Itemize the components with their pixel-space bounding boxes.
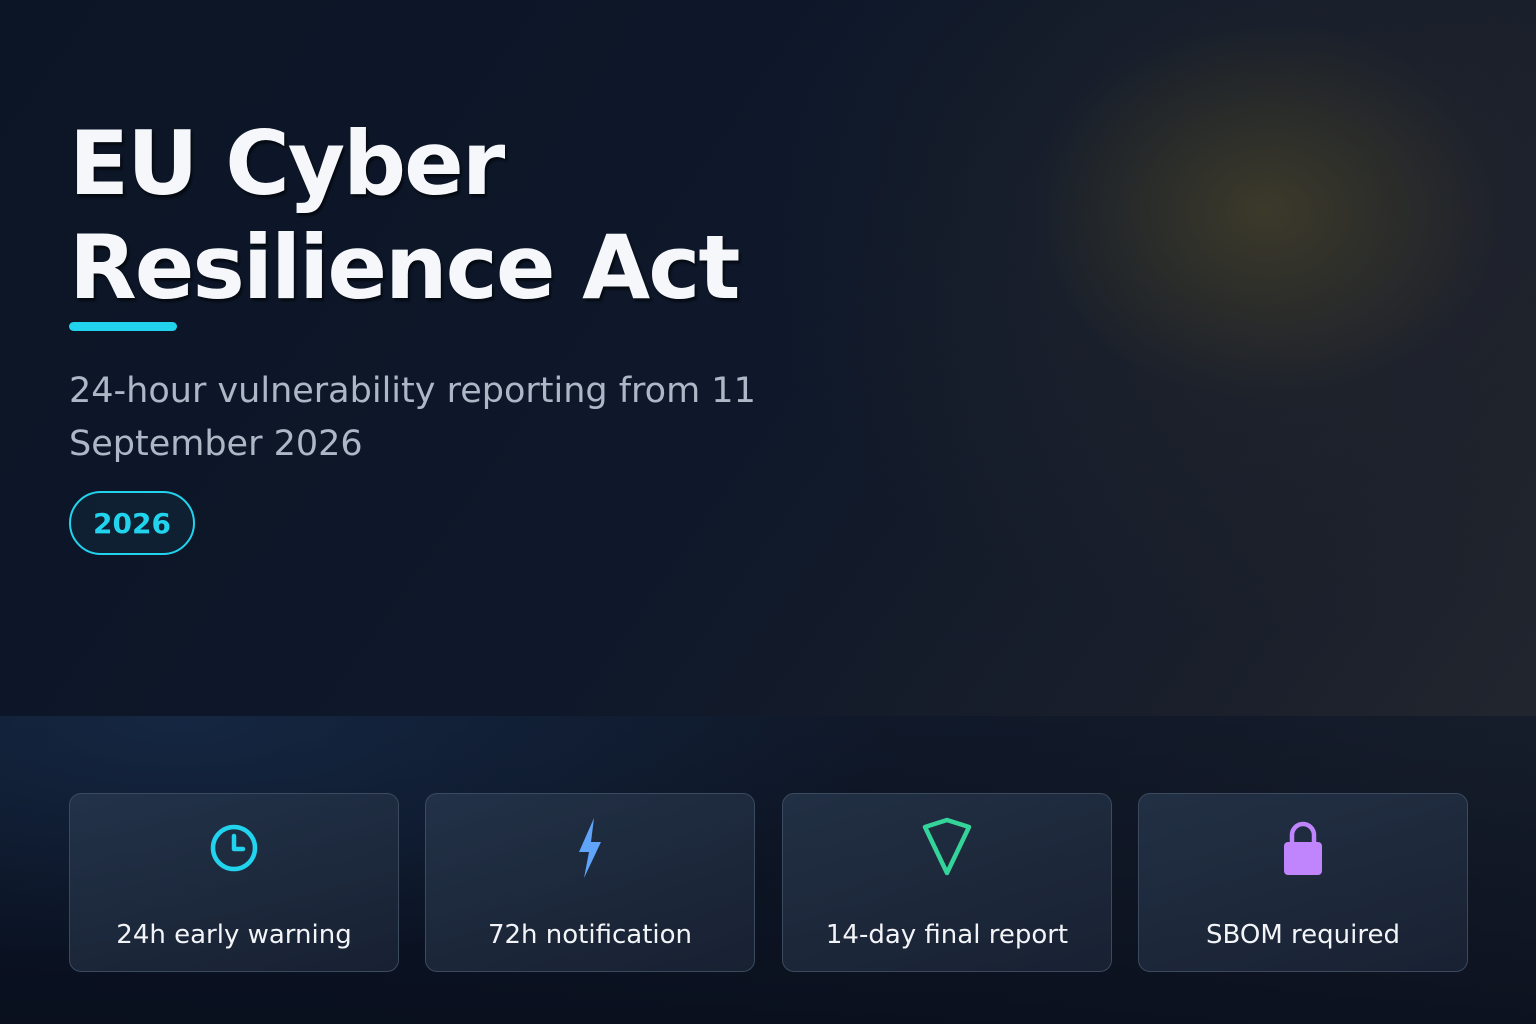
card-label: 24h early warning [116,920,352,950]
shield-icon [917,817,977,878]
clock-icon [204,818,264,878]
page-title: EU Cyber Resilience Act [69,112,829,320]
feature-cards: 24h early warning 72h notification 14-da… [69,793,1468,973]
card-label: 72h notification [487,920,693,950]
lightning-icon [560,818,620,878]
lock-icon [1273,818,1333,878]
subtitle: 24-hour vulnerability reporting from 11 … [69,371,756,464]
title-line-2: Resilience Act [69,216,740,319]
card-notification: 72h notification [425,793,755,972]
card-label: SBOM required [1206,920,1400,950]
hero: EU Cyber Resilience Act 24-hour vulnerab… [69,112,829,555]
card-early-warning: 24h early warning [69,793,399,972]
title-line-1: EU Cyber [69,112,505,215]
title-underline [69,322,177,331]
card-sbom: SBOM required [1138,793,1468,972]
card-final-report: 14-day final report [782,793,1112,972]
year-badge: 2026 [69,491,195,555]
card-label: 14-day final report [825,920,1069,950]
